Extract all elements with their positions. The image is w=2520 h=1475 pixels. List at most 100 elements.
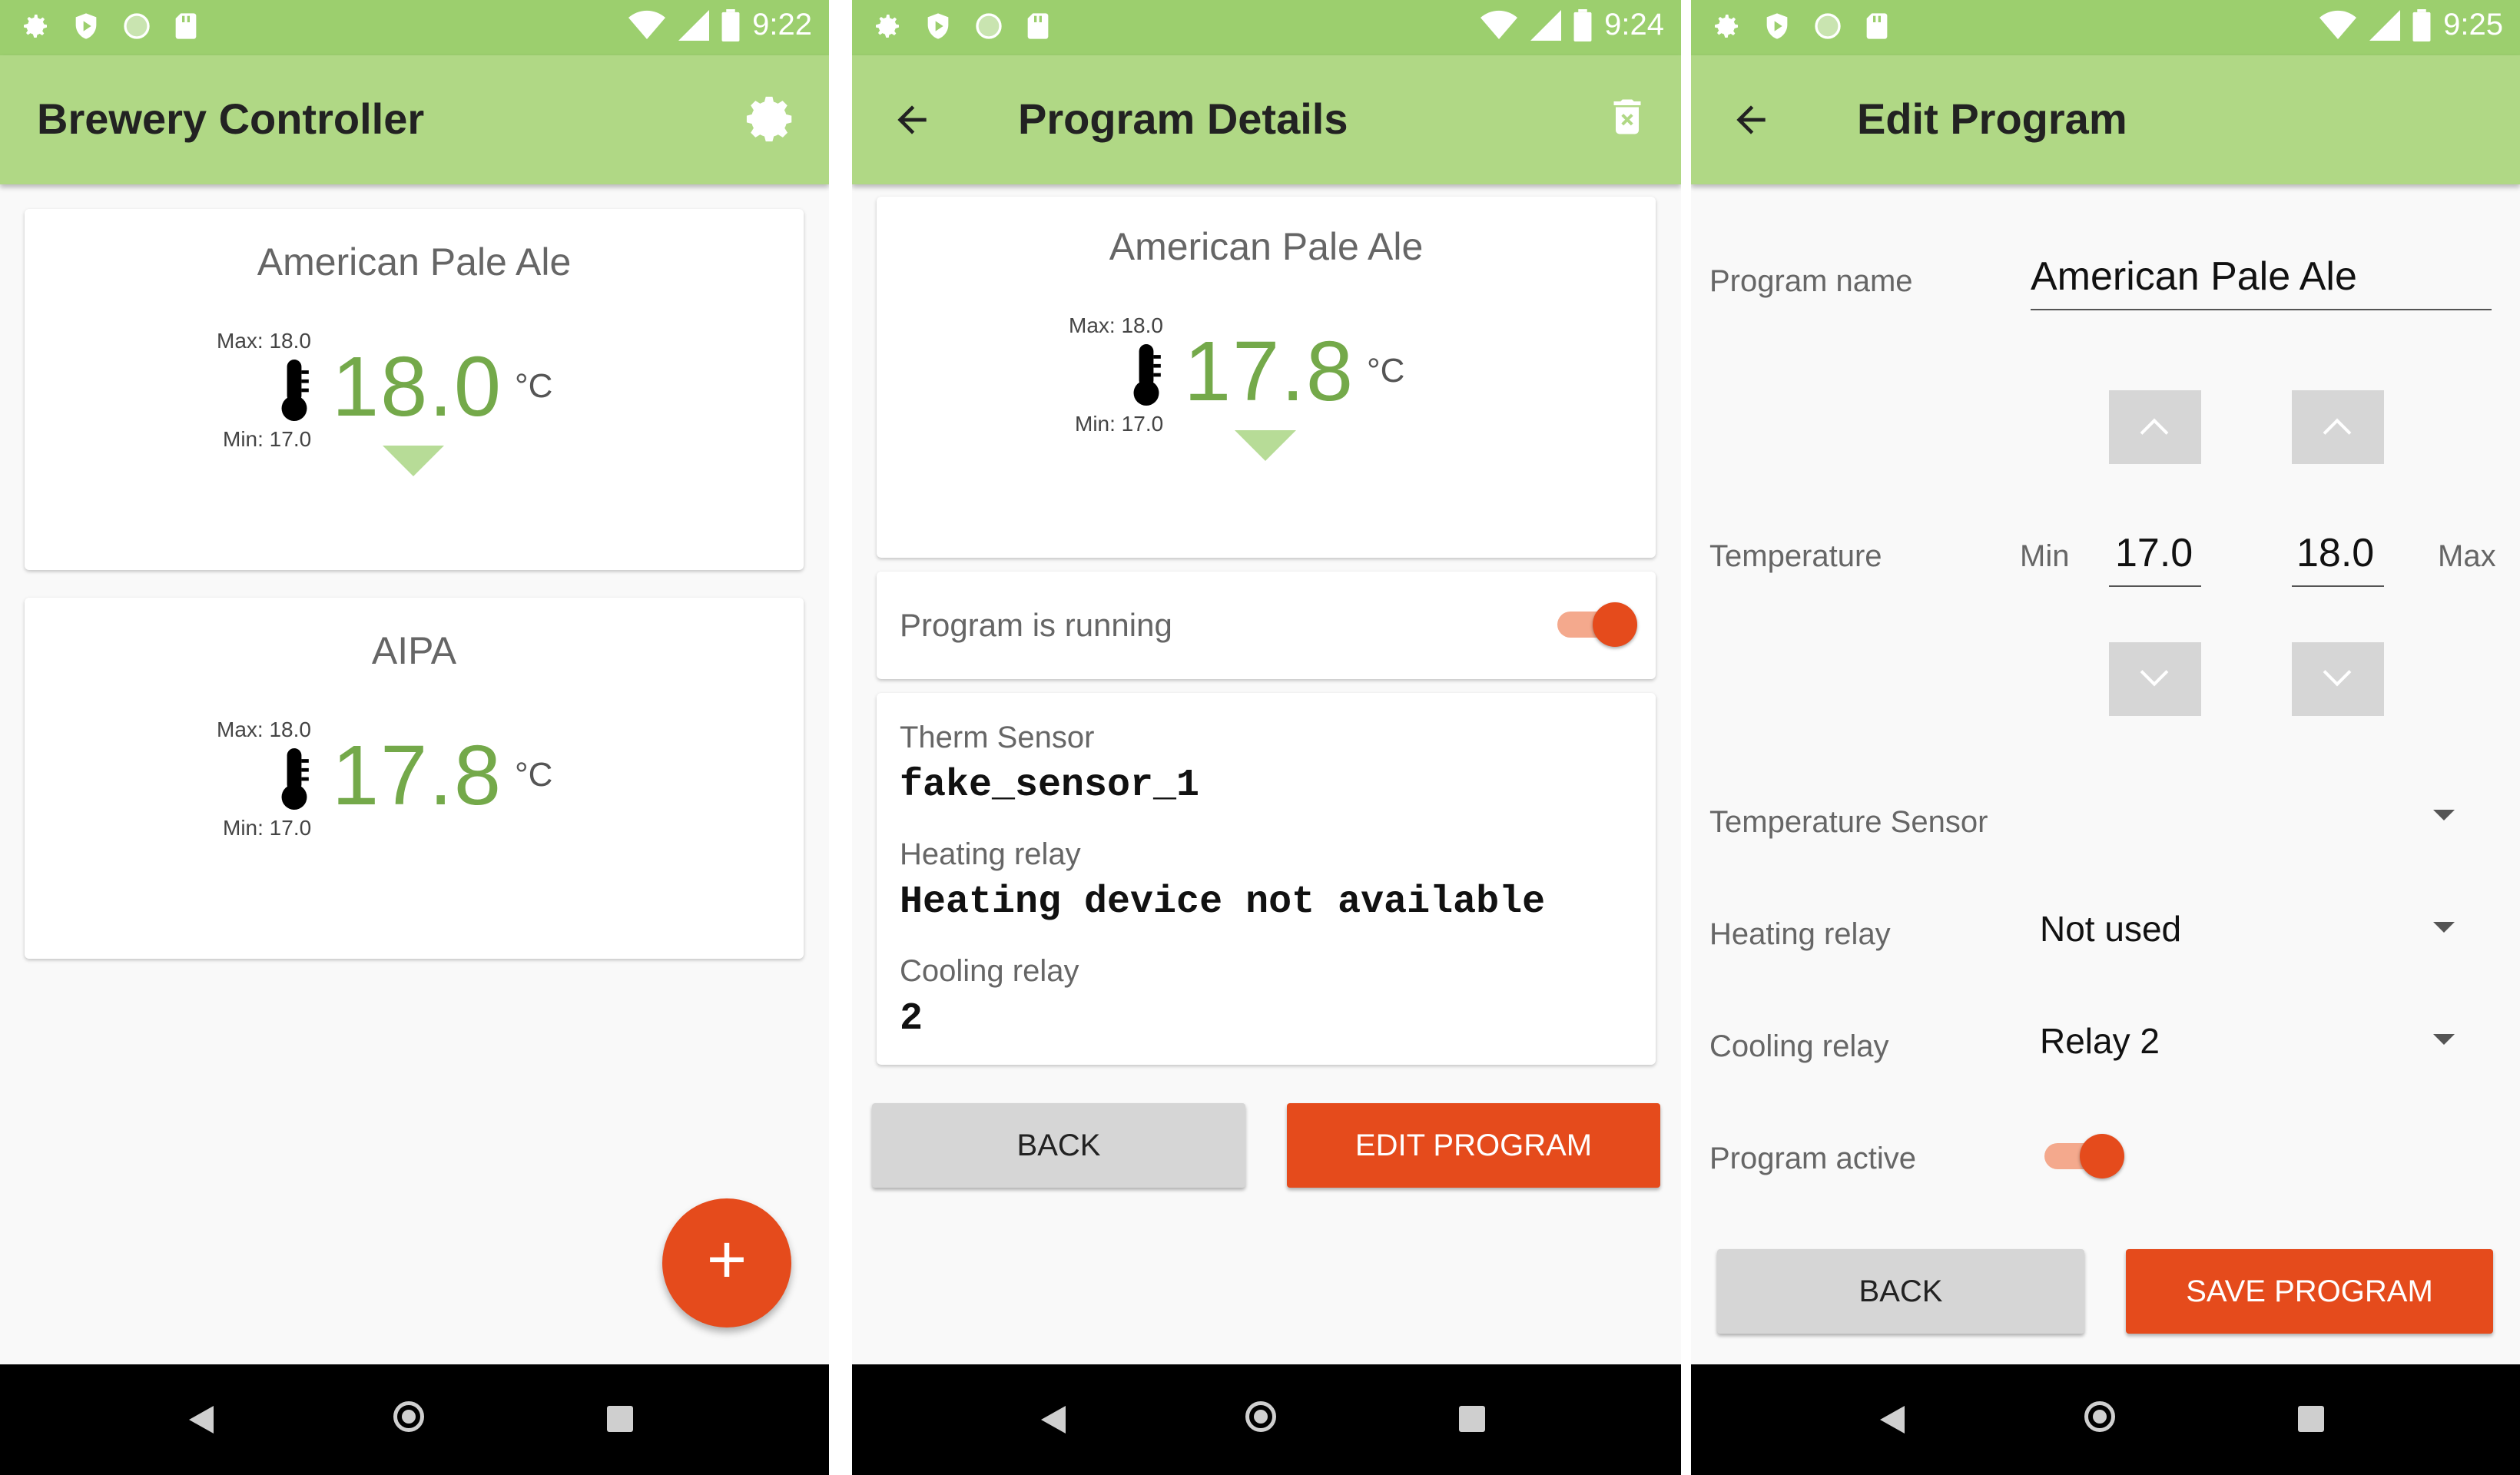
- gear-icon: [746, 96, 792, 142]
- chevron-up-icon: [2140, 418, 2169, 447]
- screen-edit-program: 9:25 Edit Program Program name American …: [1691, 0, 2520, 1475]
- arrow-left-icon: [1736, 105, 1766, 134]
- nav-recents-icon[interactable]: [2298, 1406, 2324, 1432]
- back-button[interactable]: BACK: [1717, 1249, 2084, 1334]
- therm-sensor-value: fake_sensor_1: [900, 764, 1200, 807]
- temperature-unit: °C: [1367, 352, 1405, 389]
- arrow-left-icon: [897, 105, 927, 134]
- max-temperature-input[interactable]: 18.0: [2296, 530, 2374, 576]
- status-bar: 9:22: [0, 0, 829, 55]
- program-active-toggle[interactable]: [2044, 1134, 2124, 1178]
- trash-icon: [1613, 99, 1641, 134]
- status-time: 9:24: [1604, 8, 1664, 41]
- current-temperature: 18.0: [332, 340, 503, 434]
- program-name: American Pale Ale: [257, 240, 572, 283]
- program-card[interactable]: AIPA Max: 18.0 Min: 17.0 17.8 °C: [25, 598, 804, 959]
- cooling-relay-select[interactable]: Relay 2: [2040, 1020, 2160, 1062]
- max-decrement-button[interactable]: [2292, 642, 2384, 716]
- battery-icon: [721, 8, 740, 41]
- nav-home-icon[interactable]: [393, 1401, 424, 1432]
- settings-button[interactable]: [744, 92, 798, 150]
- back-arrow-button[interactable]: [1729, 98, 1772, 145]
- program-name: AIPA: [371, 629, 457, 672]
- program-name-label: Program name: [1709, 264, 1913, 298]
- program-running-toggle[interactable]: [1557, 602, 1637, 647]
- app-bar: Brewery Controller: [0, 55, 829, 184]
- shield-status-icon: [927, 13, 949, 39]
- wifi-icon: [2319, 10, 2357, 39]
- nav-back-icon[interactable]: [1880, 1406, 1905, 1434]
- settings-status-icon: [876, 15, 899, 38]
- trend-down-icon: [1235, 430, 1296, 461]
- program-running-card: Program is running: [877, 572, 1656, 679]
- nav-recents-icon[interactable]: [1459, 1406, 1485, 1432]
- nav-home-icon[interactable]: [1245, 1401, 1276, 1432]
- navigation-bar: [1691, 1364, 2520, 1475]
- shield-status-icon: [75, 13, 97, 39]
- temperature-unit: °C: [515, 756, 553, 794]
- min-decrement-button[interactable]: [2109, 642, 2201, 716]
- cooling-relay-label: Cooling relay: [900, 954, 1079, 988]
- min-temperature-input[interactable]: 17.0: [2115, 530, 2193, 576]
- temperature-label: Temperature: [1709, 539, 1882, 573]
- wifi-icon: [1480, 10, 1518, 39]
- heating-relay-value: Heating device not available: [900, 880, 1546, 924]
- sdcard-status-icon: [1866, 13, 1888, 39]
- nav-recents-icon[interactable]: [607, 1406, 633, 1432]
- status-time: 9:25: [2443, 8, 2503, 41]
- status-bar: 9:25: [1691, 0, 2520, 55]
- nav-back-icon[interactable]: [1041, 1406, 1066, 1434]
- status-time: 9:22: [752, 8, 812, 41]
- heating-relay-dropdown-icon[interactable]: [2433, 922, 2455, 933]
- min-label: Min: 17.0: [223, 427, 312, 451]
- trend-down-icon: [383, 446, 444, 476]
- program-card[interactable]: American Pale Ale Max: 18.0 Min: 17.0 18…: [25, 209, 804, 570]
- min-label: Min: [2020, 539, 2070, 573]
- page-title: Program Details: [1018, 94, 1348, 143]
- page-title: Brewery Controller: [37, 94, 425, 143]
- signal-icon: [1530, 9, 1562, 41]
- program-active-label: Program active: [1709, 1142, 1916, 1175]
- nav-home-icon[interactable]: [2084, 1401, 2115, 1432]
- plus-icon: +: [706, 1221, 748, 1298]
- cooling-relay-label: Cooling relay: [1709, 1029, 1889, 1063]
- app-bar: Edit Program: [1691, 55, 2520, 184]
- program-name-underline: [2031, 309, 2492, 310]
- status-bar: 9:24: [852, 0, 1681, 55]
- thermometer-icon: [1133, 344, 1161, 406]
- program-name-input[interactable]: American Pale Ale: [2031, 254, 2357, 300]
- program-info-card: Therm Sensor fake_sensor_1 Heating relay…: [877, 693, 1656, 1065]
- min-label: Min: 17.0: [1075, 412, 1164, 436]
- screen-brewery-controller: 9:22 Brewery Controller American Pale Al…: [0, 0, 829, 1475]
- running-label: Program is running: [900, 607, 1172, 643]
- current-temperature: 17.8: [332, 728, 503, 823]
- cooling-relay-value: 2: [900, 997, 923, 1041]
- max-increment-button[interactable]: [2292, 390, 2384, 464]
- page-title: Edit Program: [1857, 94, 2127, 143]
- delete-program-button[interactable]: [1604, 92, 1650, 145]
- max-label: Max: 18.0: [217, 718, 311, 741]
- min-increment-button[interactable]: [2109, 390, 2201, 464]
- temperature-sensor-dropdown[interactable]: [2433, 810, 2455, 820]
- heating-relay-label: Heating relay: [1709, 917, 1891, 951]
- max-underline: [2292, 585, 2384, 587]
- min-underline: [2109, 585, 2201, 587]
- back-arrow-button[interactable]: [890, 98, 933, 145]
- edit-program-button[interactable]: EDIT PROGRAM: [1287, 1103, 1660, 1188]
- back-button[interactable]: BACK: [872, 1103, 1245, 1188]
- chevron-down-icon: [2323, 658, 2352, 687]
- min-label: Min: 17.0: [223, 816, 312, 840]
- cooling-relay-dropdown-icon[interactable]: [2433, 1034, 2455, 1045]
- circle-status-icon: [1815, 13, 1841, 39]
- add-program-button[interactable]: +: [662, 1198, 791, 1328]
- nav-back-icon[interactable]: [189, 1406, 214, 1434]
- battery-icon: [2412, 8, 2431, 41]
- heating-relay-select[interactable]: Not used: [2040, 908, 2181, 950]
- max-label: Max: 18.0: [217, 329, 311, 353]
- save-program-button[interactable]: SAVE PROGRAM: [2126, 1249, 2493, 1334]
- circle-status-icon: [976, 13, 1002, 39]
- wifi-icon: [628, 10, 666, 39]
- program-name: American Pale Ale: [1109, 225, 1424, 268]
- heating-relay-label: Heating relay: [900, 837, 1081, 871]
- sdcard-status-icon: [175, 13, 197, 39]
